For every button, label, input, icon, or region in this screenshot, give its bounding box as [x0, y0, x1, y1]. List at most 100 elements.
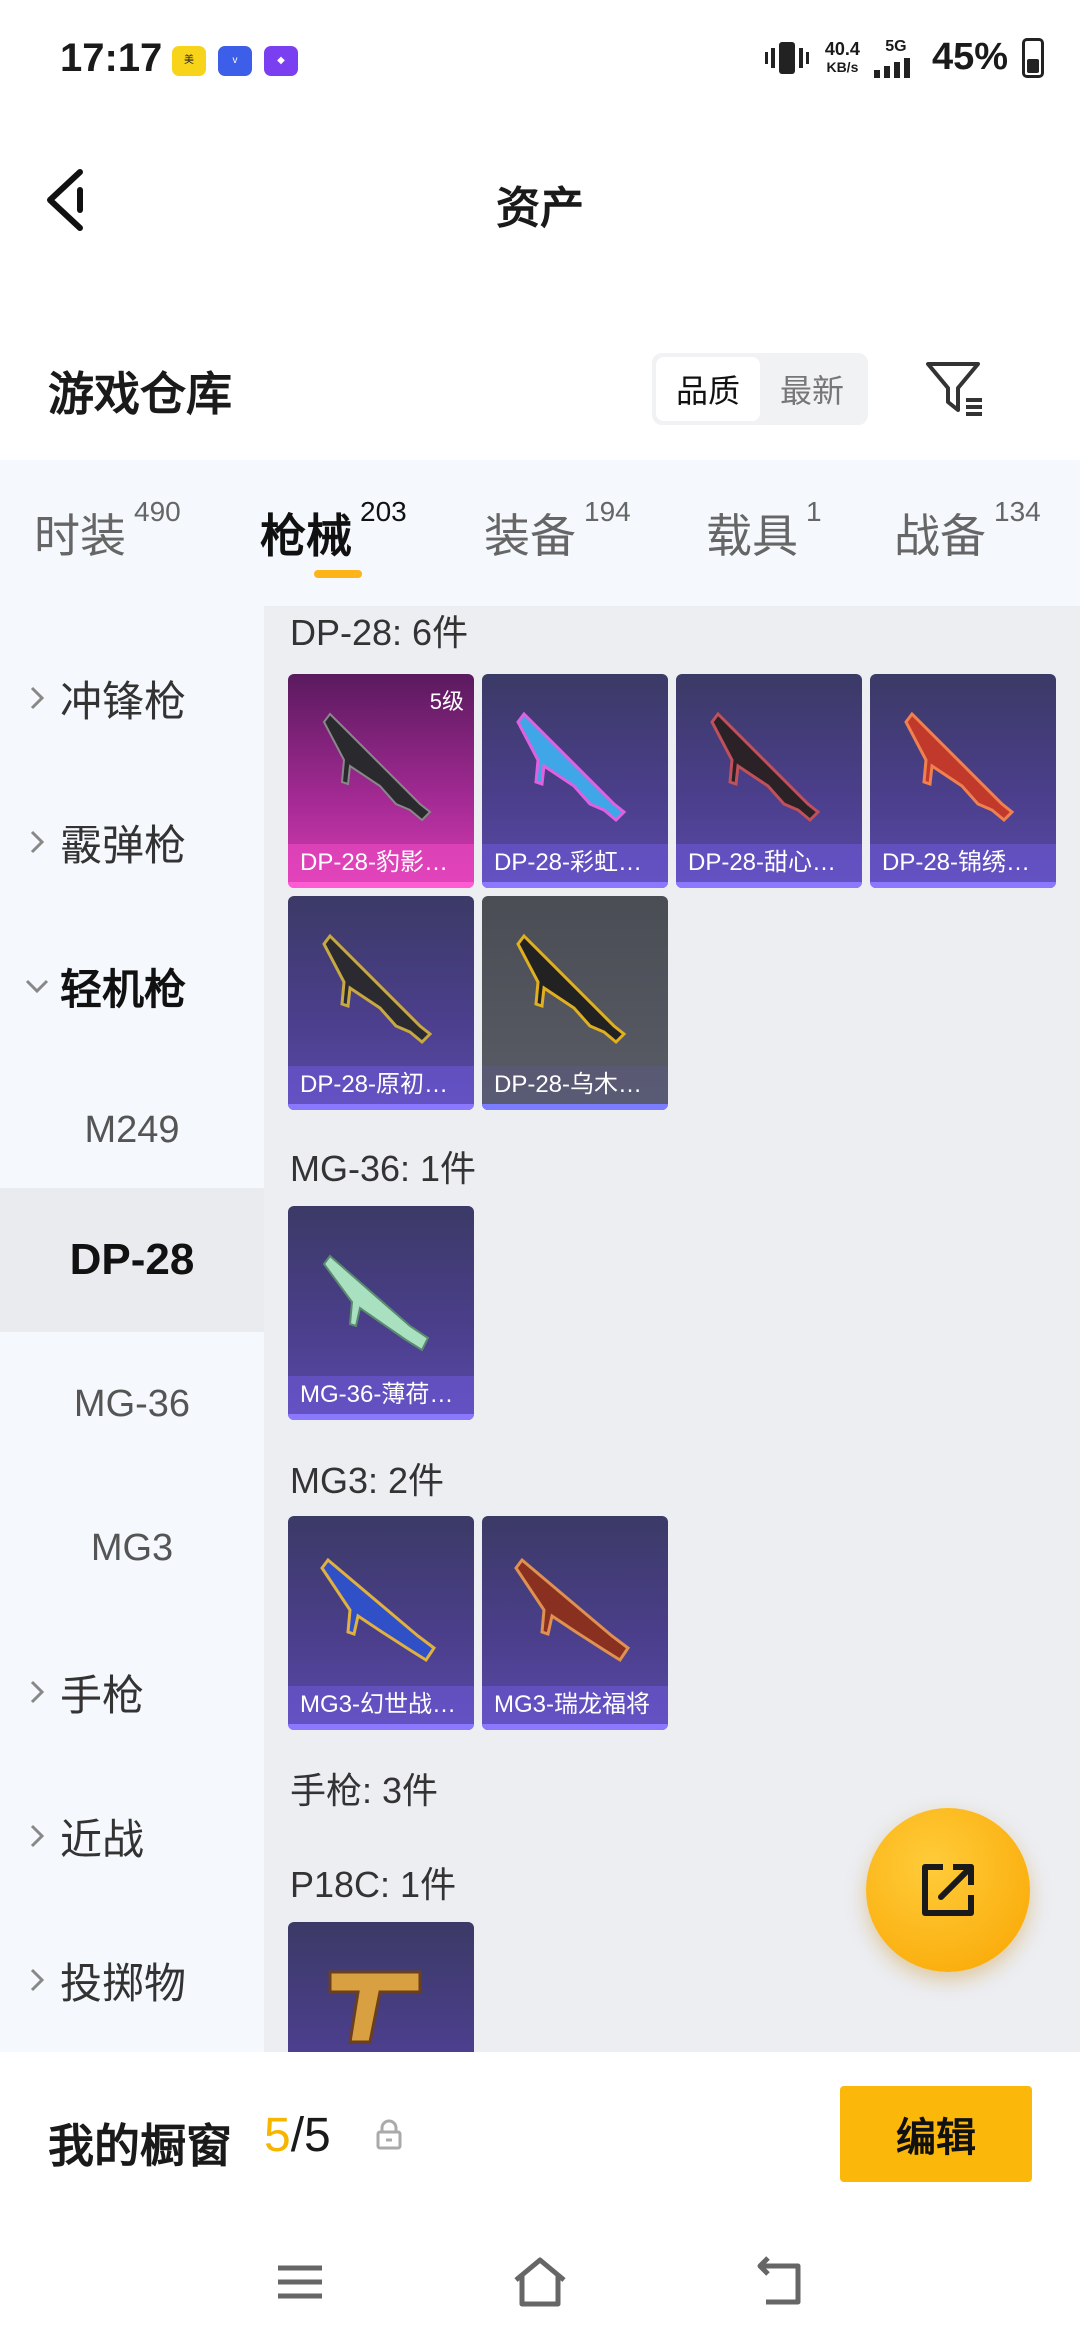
group-title-p18c: P18C: 1件 — [290, 1864, 457, 1905]
item-card[interactable]: MG3-幻世战… — [288, 1516, 474, 1730]
rarity-bar — [482, 1104, 668, 1110]
lmg-skin-icon — [516, 711, 627, 823]
sort-quality-button[interactable]: 品质 — [656, 357, 760, 421]
tab-label: 时装 — [34, 510, 126, 562]
home-icon[interactable] — [510, 2252, 570, 2312]
item-name: DP-28-锦绣… — [870, 844, 1056, 882]
filter-icon — [926, 362, 982, 416]
group-title-mg3: MG3: 2件 — [290, 1460, 445, 1501]
sidebar-item-lmg[interactable]: 轻机枪 — [0, 914, 264, 1058]
item-card[interactable]: 5级 DP-28-豹影… — [288, 674, 474, 888]
meituan-icon: 美 — [172, 46, 206, 76]
tab-label: 载具 — [706, 510, 798, 562]
tab-count: 134 — [994, 496, 1041, 527]
edit-button[interactable]: 编辑 — [840, 2086, 1032, 2182]
sort-toggle: 品质 最新 — [652, 353, 868, 425]
tab-equipment[interactable]: 装备 194 — [484, 496, 631, 566]
item-name: DP-28-原初… — [288, 1066, 474, 1104]
vibrate-icon — [764, 41, 809, 74]
item-level: 5级 — [429, 689, 464, 714]
item-name: DP-28-乌木… — [482, 1066, 668, 1104]
sidebar-sub-mg36[interactable]: MG-36 — [0, 1332, 264, 1476]
chevron-right-icon — [0, 828, 60, 856]
sidebar-sub-m249[interactable]: M249 — [0, 1058, 264, 1202]
item-name: DP-28-彩虹… — [482, 844, 668, 882]
tab-label: 战备 — [894, 510, 986, 562]
section-title: 游戏仓库 — [48, 368, 232, 420]
tab-vehicles[interactable]: 载具 1 — [706, 496, 822, 566]
item-card[interactable]: DP-28-彩虹… — [482, 674, 668, 888]
group-title-mg36: MG-36: 1件 — [290, 1148, 477, 1189]
sidebar-item-melee[interactable]: 近战 — [0, 1764, 264, 1908]
tab-firearms[interactable]: 枪械 203 — [260, 496, 407, 566]
vivo-icon: v — [218, 46, 252, 76]
sidebar-item-label: 手枪 — [60, 1671, 145, 1719]
chevron-right-icon — [0, 1966, 60, 1994]
group-title-dp28: DP-28: 6件 — [290, 612, 469, 653]
tab-supplies[interactable]: 战备 134 — [894, 496, 1041, 566]
item-card[interactable]: MG-36-薄荷… — [288, 1206, 474, 1420]
item-card[interactable]: DP-28-锦绣… — [870, 674, 1056, 888]
share-out-icon — [922, 1864, 974, 1916]
battery-icon — [1022, 37, 1044, 78]
network-type: 5G — [885, 37, 907, 55]
sort-newest-button[interactable]: 最新 — [760, 357, 864, 421]
item-name: DP-28-甜心… — [676, 844, 862, 882]
sidebar-item-throwable[interactable]: 投掷物 — [0, 1908, 264, 2052]
item-name: MG3-瑞龙福将 — [482, 1686, 668, 1724]
showcase-total: 5 — [304, 2109, 331, 2162]
network-speed: 40.4 KB/s — [825, 40, 860, 76]
sidebar-item-label: 投掷物 — [60, 1959, 187, 2007]
showcase-bar: 我的橱窗 5/5 编辑 — [0, 2052, 1080, 2222]
item-name: DP-28-豹影… — [288, 844, 474, 882]
status-time: 17:17 — [60, 36, 163, 80]
sidebar-item-shotgun[interactable]: 霰弹枪 — [0, 770, 264, 914]
chevron-right-icon — [0, 1678, 60, 1706]
item-card[interactable]: DP-28-甜心… — [676, 674, 862, 888]
sidebar-sub-mg3[interactable]: MG3 — [0, 1476, 264, 1620]
rarity-bar — [482, 882, 668, 888]
rarity-bar — [288, 1104, 474, 1110]
item-card[interactable] — [288, 1922, 474, 2052]
status-bar: 17:17 美 v ◆ 40.4 KB/s 5G 45% — [0, 0, 1080, 120]
signal-icon — [873, 57, 910, 78]
lmg-skin-icon — [514, 1557, 631, 1663]
tab-label: 枪械 — [260, 510, 352, 562]
sidebar-sub-dp28[interactable]: DP-28 — [0, 1188, 264, 1332]
share-button[interactable] — [866, 1808, 1030, 1972]
app-header: 资产 — [0, 120, 1080, 280]
signal-group: 5G — [873, 37, 918, 78]
tab-count: 194 — [584, 496, 631, 527]
active-tab-indicator — [314, 570, 362, 578]
battery-percent: 45% — [931, 36, 1008, 78]
speed-value: 40.4 — [824, 38, 860, 59]
status-right: 40.4 KB/s 5G 45% — [763, 36, 1044, 79]
tab-count: 1 — [806, 496, 822, 527]
lmg-skin-icon — [904, 711, 1015, 823]
tab-fashion[interactable]: 时装 490 — [34, 496, 181, 566]
pistol-skin-icon — [328, 1970, 422, 2044]
sidebar-item-pistol[interactable]: 手枪 — [0, 1620, 264, 1764]
item-name: MG3-幻世战… — [288, 1686, 474, 1724]
sidebar-item-label: 冲锋枪 — [60, 677, 187, 725]
system-nav-bar — [0, 2222, 1080, 2344]
lock-icon — [376, 2119, 402, 2150]
page-title: 资产 — [496, 184, 584, 233]
rarity-bar — [676, 882, 862, 888]
chevron-right-icon — [0, 684, 60, 712]
rarity-bar — [288, 1724, 474, 1730]
rarity-bar — [288, 882, 474, 888]
item-card[interactable]: DP-28-乌木… — [482, 896, 668, 1110]
sidebar-item-smg[interactable]: 冲锋枪 — [0, 626, 264, 770]
showcase-separator: / — [290, 2109, 305, 2162]
showcase-count: 5/5 — [264, 2108, 331, 2163]
item-card[interactable]: MG3-瑞龙福将 — [482, 1516, 668, 1730]
filter-button[interactable] — [922, 356, 986, 420]
item-name: MG-36-薄荷… — [288, 1376, 474, 1414]
menu-icon[interactable] — [270, 2252, 330, 2312]
back-icon[interactable] — [750, 2252, 810, 2312]
lmg-skin-icon — [516, 933, 627, 1045]
item-card[interactable]: DP-28-原初… — [288, 896, 474, 1110]
lmg-skin-icon — [322, 933, 433, 1045]
lmg-skin-icon — [710, 711, 821, 823]
